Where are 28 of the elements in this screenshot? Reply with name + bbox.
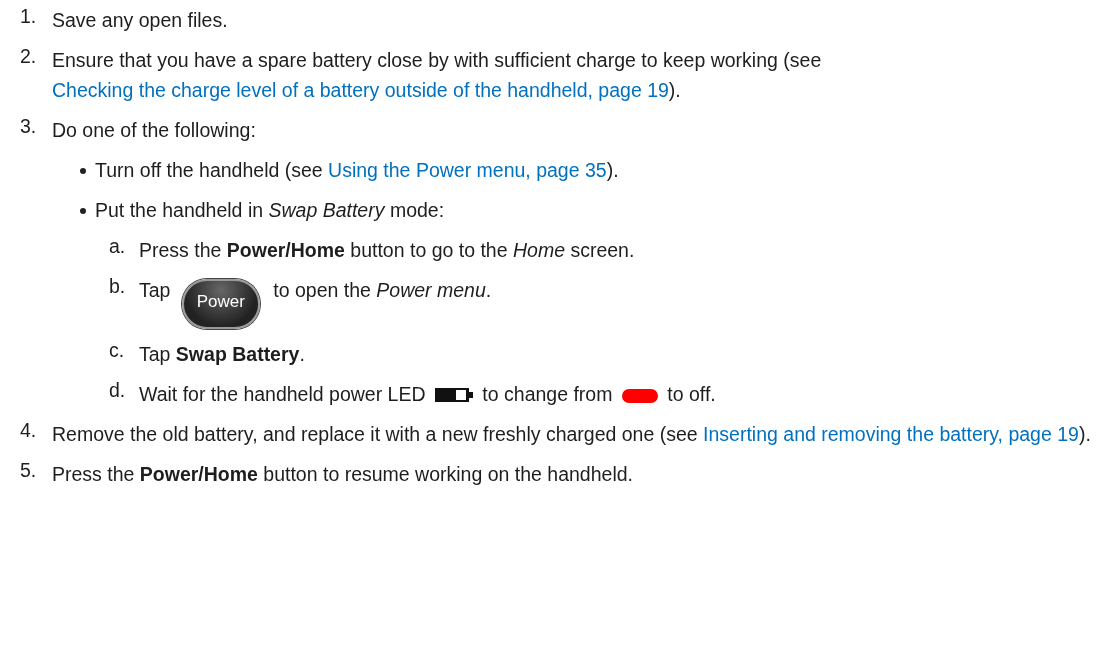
led-icon (434, 387, 473, 403)
link[interactable]: Inserting and removing the battery, page 19 (703, 423, 1079, 445)
step-text: Turn off the handheld (see Using the Power menu, page 35). (95, 158, 620, 183)
step-text: Remove the old battery, and replace it with a new freshly charged one (see Inserting and removing the battery, page 19). (52, 422, 1092, 447)
step-number: 5. (20, 459, 38, 482)
power-button-picture: Power (181, 279, 260, 329)
step-text: Wait for the handheld power LED to change from to off. (139, 382, 717, 407)
step-text: Save any open files. (52, 8, 229, 33)
step-number: b. (109, 275, 127, 298)
step-text: Press the Power/Home button to resume working on the handheld. (52, 462, 634, 487)
bullet-dot (80, 168, 86, 174)
step-number: a. (109, 235, 127, 258)
step-text: Tap Swap Battery. (139, 342, 306, 367)
step-number: 2. (20, 45, 38, 68)
step-text: Press the Power/Home button to go to the Home screen. (139, 238, 636, 263)
step-number: 3. (20, 115, 38, 138)
step-number: 1. (20, 5, 38, 28)
step-number: c. (109, 339, 126, 362)
lit-led-icon (621, 389, 658, 403)
step-number: d. (109, 379, 127, 402)
step-number: 4. (20, 419, 38, 442)
link[interactable]: Using the Power menu, page 35 (328, 159, 607, 181)
step-text: Ensure that you have a spare battery close by with sufficient charge to keep working (see Checking the charge level of a battery outside of the handheld, page 19). (52, 48, 823, 103)
bullet-dot (80, 208, 86, 214)
step-text: Put the handheld in Swap Battery mode: (95, 198, 446, 223)
link[interactable]: Checking the charge level of a battery outside of the handheld, page 19 (52, 79, 669, 101)
step-text: Do one of the following: (52, 118, 257, 143)
step-text: Tap Power to open the Power menu. (139, 275, 1094, 329)
